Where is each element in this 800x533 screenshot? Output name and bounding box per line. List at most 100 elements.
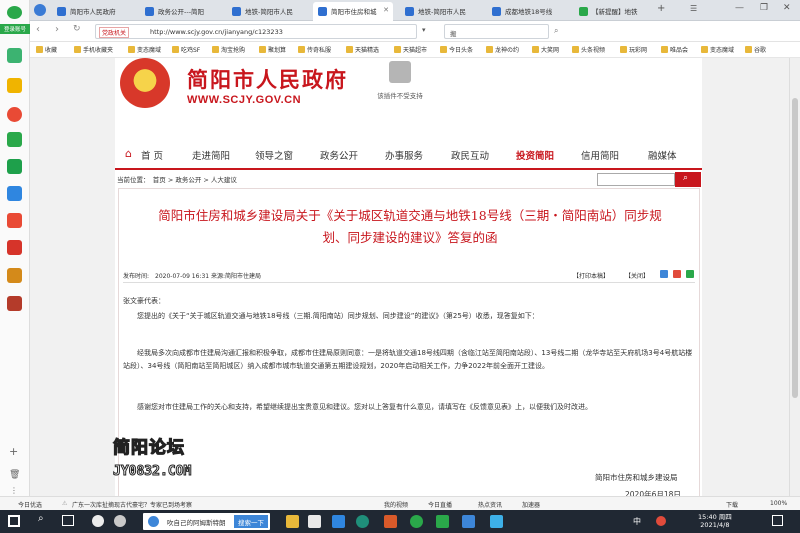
nav-investment[interactable]: 投资简阳 — [516, 148, 554, 162]
app-icon[interactable] — [92, 515, 104, 527]
my-video[interactable]: 我的视频 — [384, 500, 408, 509]
shopping-icon[interactable] — [7, 213, 22, 228]
bookmark-item[interactable]: 天猫超市 — [394, 45, 427, 54]
scrollbar-thumb[interactable] — [792, 98, 798, 398]
share-icon[interactable] — [673, 270, 681, 278]
tray-icons[interactable] — [522, 517, 592, 526]
live[interactable]: 今日直播 — [428, 500, 452, 509]
bookmark-item[interactable]: 谷歌 — [745, 45, 766, 54]
app-icon[interactable] — [7, 268, 22, 283]
vertical-scrollbar[interactable] — [789, 58, 800, 496]
search-icon[interactable]: ⌕ — [554, 26, 558, 36]
browser-icon[interactable] — [410, 515, 423, 528]
trash-icon[interactable]: 🗑 — [9, 470, 20, 480]
tab-1[interactable]: 简阳市人民政府 — [52, 2, 118, 21]
bookmark-item[interactable]: 今日头条 — [440, 45, 473, 54]
store-icon[interactable] — [308, 515, 321, 528]
bookmark-item[interactable]: 唯品会 — [661, 45, 688, 54]
app-icon[interactable] — [384, 515, 397, 528]
close-link[interactable]: 【关闭】 — [625, 271, 649, 280]
app-icon[interactable] — [7, 296, 22, 311]
bookmark-item[interactable]: 变态魔域 — [128, 45, 161, 54]
weibo-icon[interactable] — [7, 107, 22, 122]
url-field[interactable]: 党政机关 http://www.scjy.gov.cn/jianyang/c12… — [95, 24, 417, 39]
tab-5[interactable]: 地铁-简阳市人民 — [400, 2, 470, 21]
print-link[interactable]: 【打印本稿】 — [573, 271, 609, 280]
mail-icon[interactable] — [332, 515, 345, 528]
news-ticker[interactable]: 广东一次库扯摘现古代豪宅？专家已到场考察 — [72, 500, 192, 509]
minimize-icon[interactable]: — — [735, 3, 744, 13]
nav-media[interactable]: 融媒体 — [648, 148, 677, 162]
taskbar-search-button[interactable]: 搜索一下 — [234, 515, 268, 528]
compass-icon[interactable] — [34, 4, 46, 16]
share-icon[interactable] — [660, 270, 668, 278]
nav-home[interactable]: 首 页 — [141, 148, 163, 162]
download[interactable]: 下载 — [726, 500, 738, 509]
app-icon[interactable] — [436, 515, 449, 528]
restore-icon[interactable]: ❐ — [760, 3, 768, 13]
favorite-icon[interactable] — [7, 78, 22, 93]
site-search-button[interactable]: ⌕ — [675, 172, 701, 187]
bookmark-item[interactable]: 吃鸡SF — [172, 45, 200, 54]
share-icon[interactable] — [686, 270, 694, 278]
profile-icon[interactable] — [7, 6, 22, 19]
news-icon[interactable] — [7, 240, 22, 255]
notification-icon[interactable] — [656, 516, 666, 526]
app-icon[interactable] — [114, 515, 126, 527]
dropdown-icon[interactable]: ▾ — [422, 26, 426, 34]
mail-icon[interactable] — [7, 132, 22, 147]
pay-icon[interactable] — [7, 186, 22, 201]
nav-open-gov[interactable]: 政务公开 — [320, 148, 358, 162]
bookmark-item[interactable]: 传奇私服 — [298, 45, 331, 54]
forward-icon[interactable]: › — [55, 24, 59, 35]
browser-search-field[interactable]: 搬 — [444, 24, 549, 39]
action-center-icon[interactable] — [772, 515, 783, 526]
app-icon[interactable] — [490, 515, 503, 528]
taskbar-search[interactable]: 吹自己的阿姆斯特朗 搜索一下 — [143, 513, 270, 530]
task-view-icon[interactable] — [62, 515, 74, 526]
menu-icon[interactable]: ☰ — [690, 4, 697, 13]
breadcrumb[interactable]: 当前位置： 首页 > 政务公开 > 人大建议 — [117, 174, 237, 184]
folder-icon[interactable] — [286, 515, 299, 528]
hot-news[interactable]: 热点资讯 — [478, 500, 502, 509]
bookmark-item[interactable]: 头条视频 — [572, 45, 605, 54]
bookmark-item[interactable]: 聚划算 — [259, 45, 286, 54]
collection-icon[interactable] — [7, 48, 22, 63]
bookmark-item[interactable]: 龙神の约 — [486, 45, 519, 54]
bookmark-item[interactable]: 手机收藏夹 — [74, 45, 113, 54]
edge-icon[interactable] — [356, 515, 369, 528]
system-clock[interactable]: 15:40 周四 2021/4/8 — [698, 513, 732, 529]
tab-6[interactable]: 成都地铁18号线 — [487, 2, 557, 21]
app-icon[interactable] — [462, 515, 475, 528]
settings-icon[interactable]: ⋮ — [10, 486, 18, 495]
game-icon[interactable] — [7, 159, 22, 174]
daily-picks[interactable]: 今日优选 — [18, 500, 42, 509]
close-window-icon[interactable]: ✕ — [783, 3, 791, 13]
close-tab-icon[interactable]: ✕ — [383, 6, 389, 14]
nav-services[interactable]: 办事服务 — [385, 148, 423, 162]
bookmark-item[interactable]: 淘宝抢购 — [212, 45, 245, 54]
nav-about[interactable]: 走进简阳 — [192, 148, 230, 162]
site-name[interactable]: 简阳市人民政府 — [187, 64, 348, 94]
zoom-level[interactable]: 100% — [770, 500, 787, 507]
tab-3[interactable]: 地铁-简阳市人民 — [227, 2, 297, 21]
tab-2[interactable]: 政务公开---简阳 — [140, 2, 206, 21]
add-icon[interactable]: + — [9, 445, 18, 458]
bookmark-item[interactable]: 大笑网 — [532, 45, 559, 54]
bookmark-item[interactable]: 变态魔域 — [701, 45, 734, 54]
bookmark-item[interactable]: 玩彩网 — [620, 45, 647, 54]
accelerator[interactable]: 加速器 — [522, 500, 540, 509]
bookmark-item[interactable]: 天猫精选 — [346, 45, 379, 54]
nav-interaction[interactable]: 政民互动 — [451, 148, 489, 162]
bookmark-item[interactable]: 收藏 — [36, 45, 57, 54]
search-icon[interactable]: ⌕ — [38, 513, 44, 524]
nav-leaders[interactable]: 领导之窗 — [255, 148, 293, 162]
ime-indicator[interactable]: 中 — [633, 516, 641, 527]
site-search-input[interactable] — [597, 173, 675, 186]
tab-4-active[interactable]: 简阳市住房和城 ✕ — [313, 2, 393, 21]
login-label[interactable]: 登录账号 — [0, 24, 30, 34]
back-icon[interactable]: ‹ — [36, 24, 40, 35]
tab-7[interactable]: 【新提醒】地铁 — [574, 2, 642, 21]
new-tab-icon[interactable]: + — [657, 3, 665, 14]
nav-credit[interactable]: 信用简阳 — [581, 148, 619, 162]
